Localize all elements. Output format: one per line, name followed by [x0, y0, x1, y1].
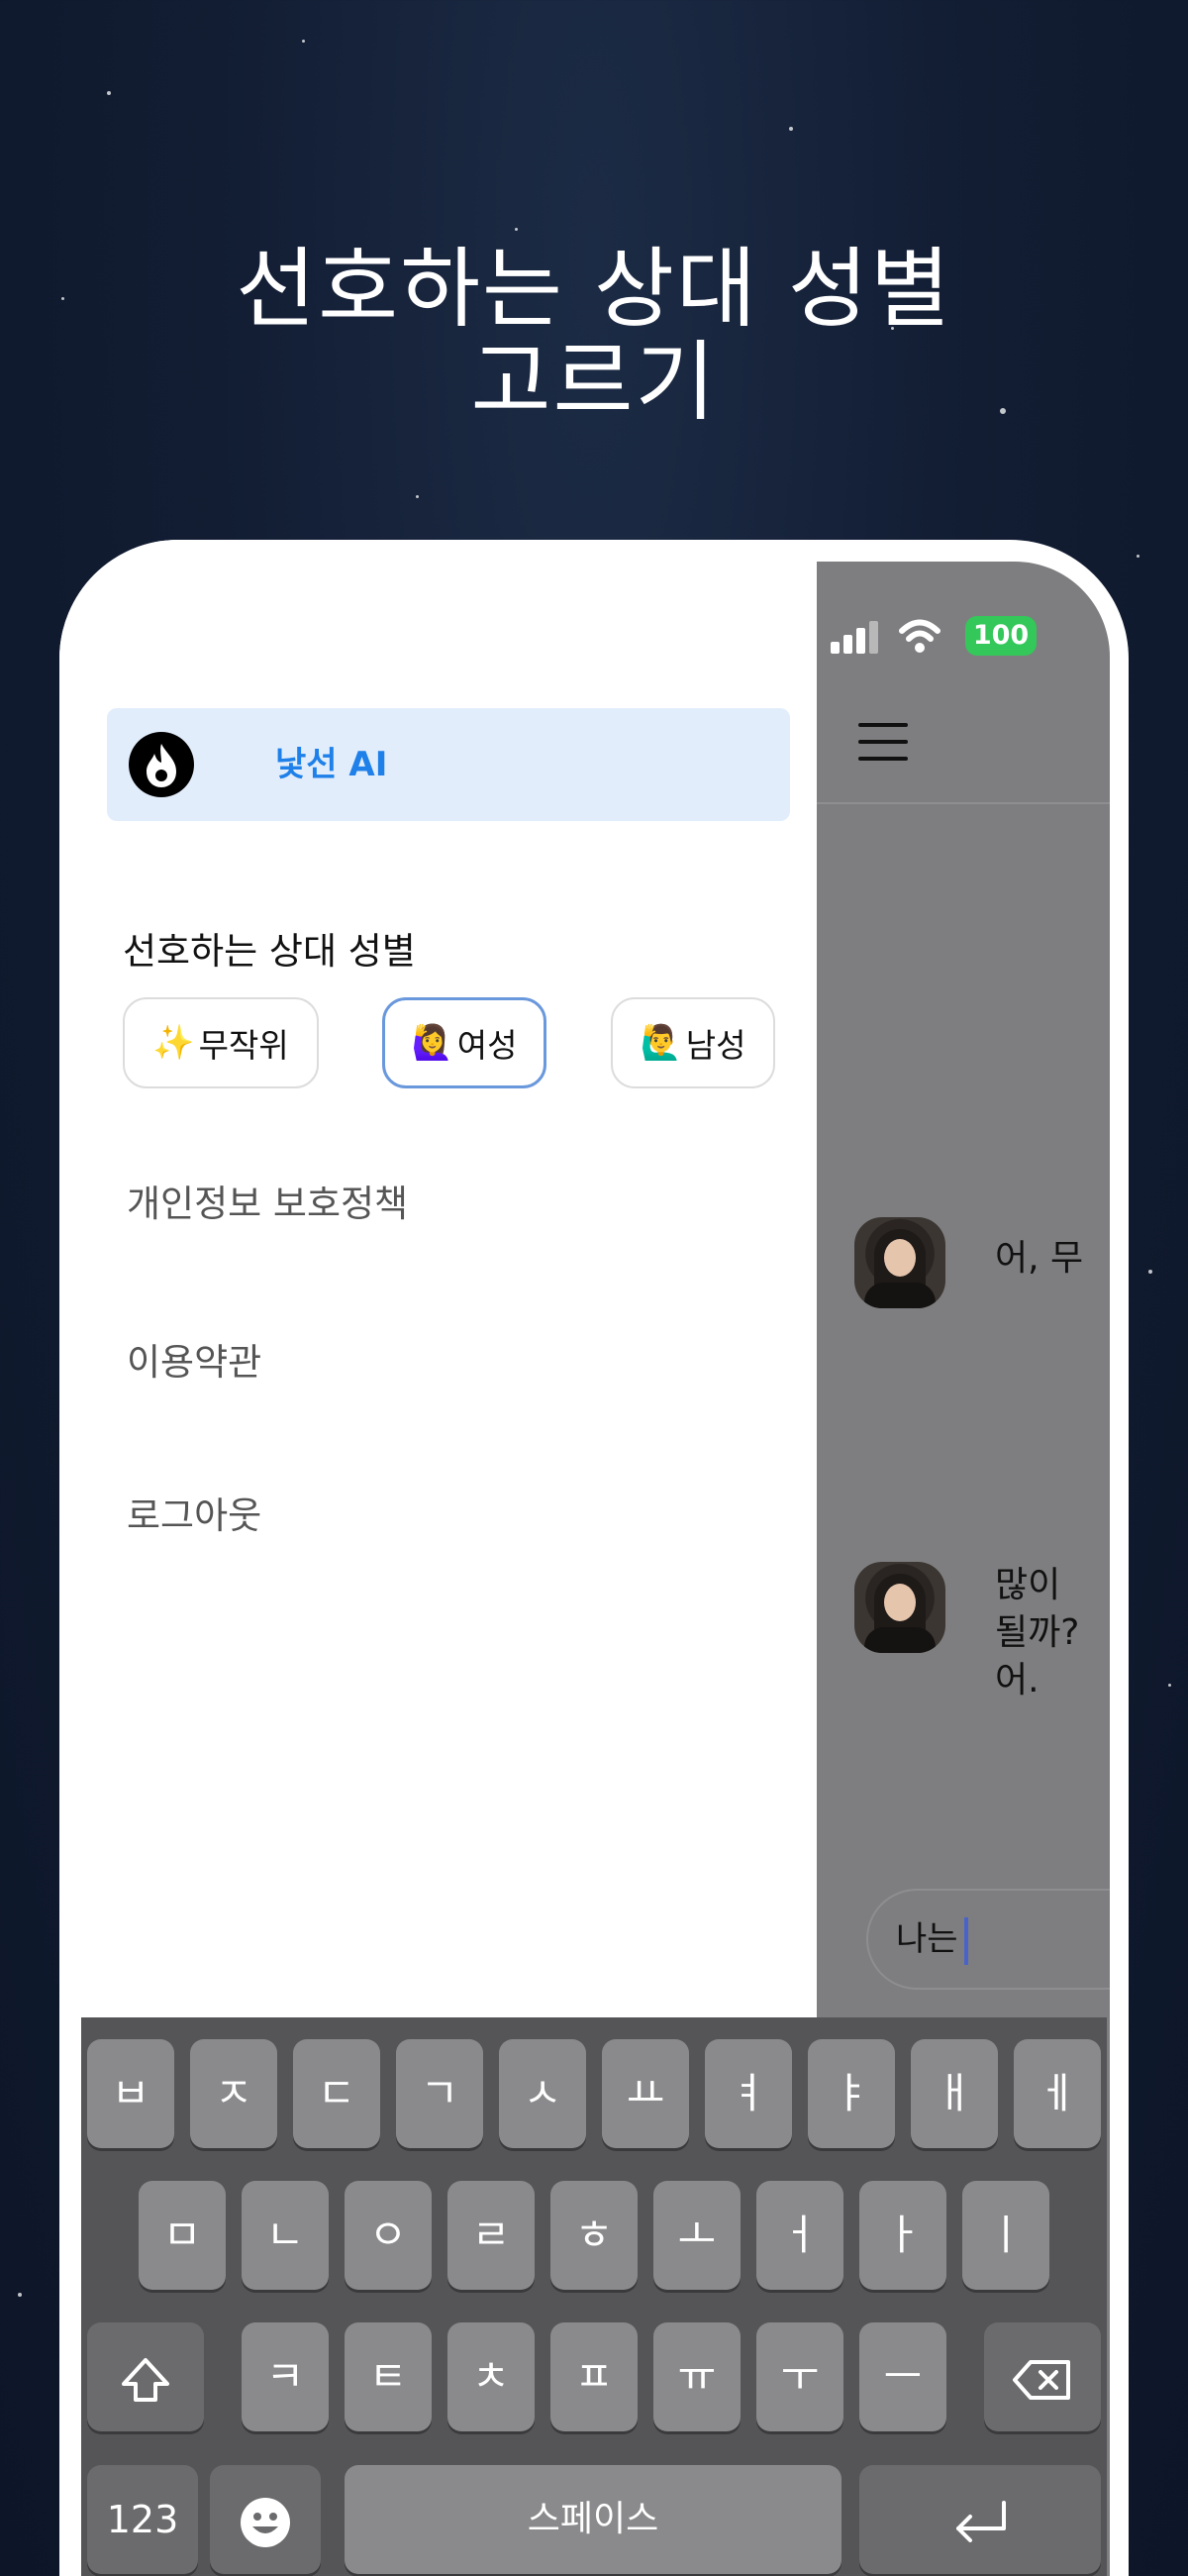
gender-option-label: 남성	[685, 1026, 746, 1065]
promo-headline: 선호하는 상대 성별 고르기	[0, 243, 1188, 429]
space-key[interactable]: 스페이스	[345, 2465, 842, 2574]
key[interactable]: ㅐ	[911, 2039, 998, 2148]
key[interactable]: ㅔ	[1014, 2039, 1101, 2148]
key[interactable]: ㄱ	[396, 2039, 483, 2148]
man-raising-hand-icon: 🙋‍♂️	[640, 1023, 682, 1063]
header-divider	[817, 802, 1110, 804]
numbers-key[interactable]: 123	[87, 2465, 198, 2574]
phone-frame: 100 어, 무 많이 될까? 어. 나는 낯선 AI 선호하는 상대 성별 ✨…	[59, 540, 1129, 2576]
chat-message: 어, 무	[995, 1238, 1084, 1279]
message-input[interactable]: 나는	[866, 1889, 1110, 1990]
headline-line-1: 선호하는 상대 성별	[236, 238, 952, 340]
app-header-card[interactable]: 낯선 AI	[107, 708, 790, 821]
korean-keyboard: ㅂ ㅈ ㄷ ㄱ ㅅ ㅛ ㅕ ㅑ ㅐ ㅔ ㅁ ㄴ ㅇ ㄹ ㅎ ㅗ ㅓ ㅏ ㅣ ㅋ …	[81, 2017, 1107, 2576]
gender-option-female[interactable]: 🙋‍♀️ 여성	[382, 997, 546, 1088]
avatar[interactable]	[854, 1562, 945, 1653]
key[interactable]: ㅅ	[499, 2039, 586, 2148]
status-bar: 100	[817, 616, 1110, 660]
privacy-policy-link[interactable]: 개인정보 보호정책	[127, 1174, 408, 1227]
key[interactable]: ㅈ	[190, 2039, 277, 2148]
app-name: 낯선 AI	[275, 745, 388, 784]
key[interactable]: ㅛ	[602, 2039, 689, 2148]
key[interactable]: ㅇ	[345, 2181, 432, 2290]
emoji-key[interactable]	[210, 2465, 321, 2574]
smiley-icon	[241, 2497, 290, 2547]
hamburger-menu-icon[interactable]	[858, 723, 908, 763]
sparkles-icon: ✨	[152, 1023, 195, 1063]
key[interactable]: ㅊ	[447, 2322, 535, 2431]
key[interactable]: ㅁ	[139, 2181, 226, 2290]
wifi-icon	[899, 619, 940, 653]
key[interactable]: ㄷ	[293, 2039, 380, 2148]
gender-option-male[interactable]: 🙋‍♂️ 남성	[611, 997, 775, 1088]
chat-message: 많이 될까? 어.	[995, 1565, 1080, 1700]
logout-link[interactable]: 로그아웃	[127, 1486, 261, 1539]
text-caret	[963, 1916, 968, 1965]
key[interactable]: ㅓ	[756, 2181, 843, 2290]
message-input-value: 나는	[896, 1919, 958, 1959]
key[interactable]: ㅕ	[705, 2039, 792, 2148]
gender-preference-label: 선호하는 상대 성별	[123, 930, 416, 973]
key[interactable]: ㅎ	[550, 2181, 638, 2290]
flame-logo-icon	[129, 732, 194, 797]
key[interactable]: ㅋ	[242, 2322, 329, 2431]
headline-line-2: 고르기	[470, 331, 718, 433]
key[interactable]: ㅣ	[962, 2181, 1049, 2290]
key[interactable]: ㅠ	[653, 2322, 741, 2431]
key[interactable]: ㅡ	[859, 2322, 946, 2431]
key[interactable]: ㅑ	[808, 2039, 895, 2148]
key[interactable]: ㅗ	[653, 2181, 741, 2290]
key[interactable]: ㅂ	[87, 2039, 174, 2148]
shift-key[interactable]	[87, 2322, 204, 2431]
return-key[interactable]	[859, 2465, 1101, 2574]
gender-option-label: 여성	[456, 1026, 518, 1065]
backspace-key[interactable]	[984, 2322, 1101, 2431]
gender-option-random[interactable]: ✨ 무작위	[123, 997, 319, 1088]
woman-raising-hand-icon: 🙋‍♀️	[411, 1023, 453, 1063]
key[interactable]: ㅏ	[859, 2181, 946, 2290]
key[interactable]: ㅍ	[550, 2322, 638, 2431]
shift-icon	[122, 2357, 169, 2402]
gender-option-label: 무작위	[198, 1026, 289, 1065]
key[interactable]: ㄴ	[242, 2181, 329, 2290]
backspace-icon	[1013, 2359, 1070, 2400]
battery-indicator: 100	[965, 616, 1037, 656]
key[interactable]: ㅜ	[756, 2322, 843, 2431]
key[interactable]: ㄹ	[447, 2181, 535, 2290]
key[interactable]: ㅌ	[345, 2322, 432, 2431]
avatar[interactable]	[854, 1217, 945, 1308]
cellular-signal-icon	[831, 620, 882, 654]
terms-of-use-link[interactable]: 이용약관	[127, 1332, 261, 1386]
return-icon	[956, 2500, 1006, 2542]
